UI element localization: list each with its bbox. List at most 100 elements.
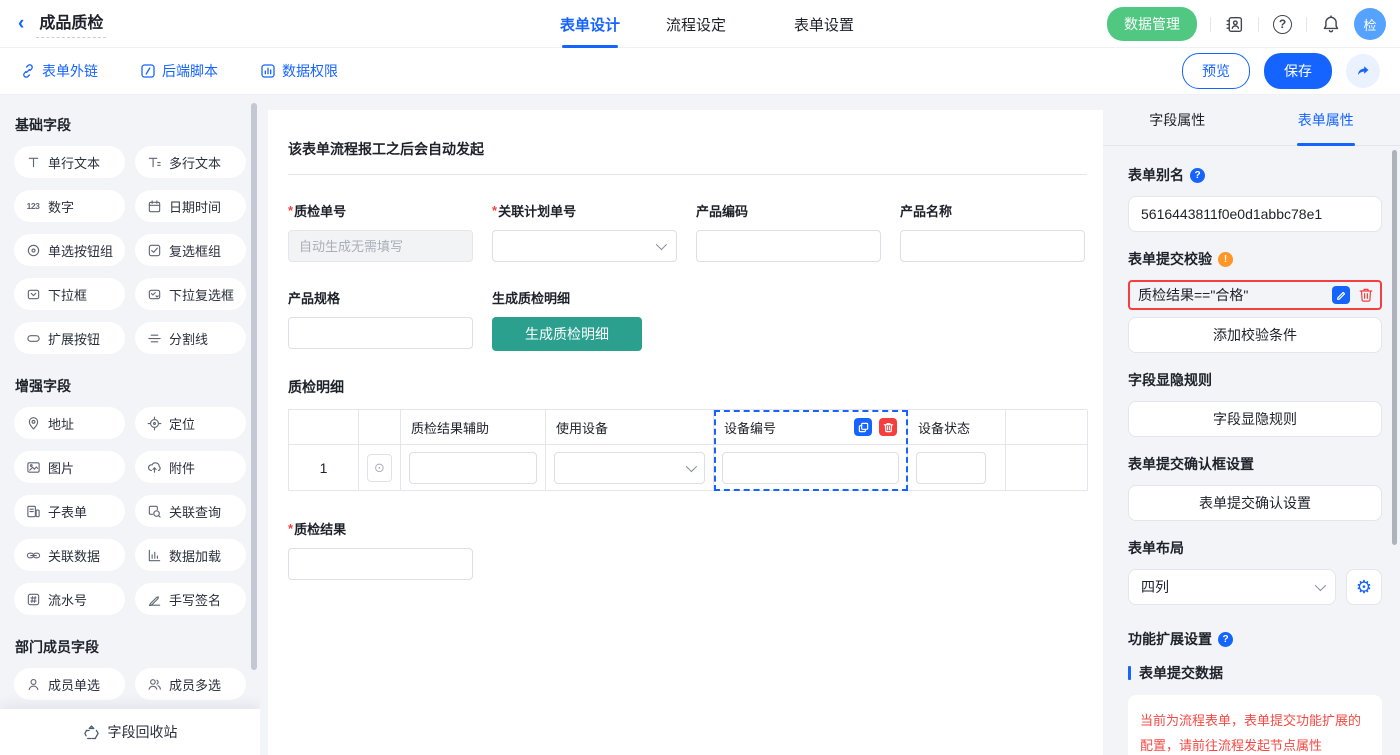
notification-bell-icon[interactable]	[1320, 14, 1341, 35]
contacts-icon[interactable]	[1224, 14, 1245, 35]
field-product-spec[interactable]: 产品规格	[288, 288, 473, 351]
field-product-name[interactable]: 产品名称	[900, 201, 1085, 262]
empty-cell	[1006, 445, 1088, 491]
field-pill-multi-line-text[interactable]: 多行文本	[135, 146, 246, 178]
tab-field-properties[interactable]: 字段属性	[1103, 95, 1252, 145]
data-permission-link[interactable]: 数据权限	[260, 61, 338, 81]
validation-rule-text: 质检结果=="合格"	[1138, 285, 1248, 305]
submit-confirm-button[interactable]: 表单提交确认设置	[1128, 485, 1382, 521]
field-pill-extend-button[interactable]: 扩展按钮	[14, 322, 125, 354]
tab-form-properties[interactable]: 表单属性	[1252, 95, 1400, 145]
plan-no-select[interactable]	[492, 230, 677, 262]
product-name-input[interactable]	[900, 230, 1085, 262]
field-product-code[interactable]: 产品编码	[696, 201, 881, 262]
field-pill-subform[interactable]: 子表单	[14, 495, 125, 527]
field-pill-dropdown[interactable]: 下拉框	[14, 278, 125, 310]
layout-gear-button[interactable]: ⚙	[1346, 569, 1382, 605]
tab-form-setting[interactable]: 表单设置	[794, 0, 854, 48]
delete-rule-icon[interactable]	[1358, 287, 1374, 303]
multi-line-text-icon	[146, 155, 162, 170]
field-pill-image[interactable]: 图片	[14, 451, 125, 483]
col-header-device-no[interactable]: 设备编号	[714, 410, 908, 445]
product-code-input[interactable]	[696, 230, 881, 262]
form-external-link[interactable]: 表单外链	[20, 61, 98, 81]
radio-cell-icon[interactable]: ⊙	[367, 454, 392, 482]
tab-flow-setting[interactable]: 流程设定	[666, 0, 726, 48]
visibility-rules-button[interactable]: 字段显隐规则	[1128, 401, 1382, 437]
edit-rule-icon[interactable]	[1332, 286, 1350, 304]
tool-link-label: 后端脚本	[162, 61, 218, 81]
field-pill-label: 复选框组	[169, 241, 221, 260]
back-icon[interactable]: ‹	[18, 14, 24, 33]
field-pill-signature[interactable]: 手写签名	[135, 583, 246, 615]
validation-rule-row[interactable]: 质检结果=="合格"	[1128, 280, 1382, 310]
top-bar: ‹ 成品质检 表单设计 流程设定 表单设置 数据管理 ? 检	[0, 0, 1400, 48]
required-star: *	[288, 521, 293, 536]
field-pill-linked-query[interactable]: 关联查询	[135, 495, 246, 527]
field-pill-member-single[interactable]: 成员单选	[14, 668, 125, 700]
col-header-device[interactable]: 使用设备	[546, 410, 714, 445]
subform-section: 质检明细 质检结果辅助 使用设备 设备编号 设备状态	[288, 377, 1087, 491]
backend-script-link[interactable]: 后端脚本	[140, 61, 218, 81]
field-pill-data-load[interactable]: 数据加载	[135, 539, 246, 571]
sidebar-scrollbar[interactable]	[251, 103, 257, 670]
field-qc-no[interactable]: *质检单号	[288, 201, 473, 262]
topbar-actions: 数据管理 ? 检	[1107, 0, 1386, 48]
field-pill-geolocation[interactable]: 定位	[135, 407, 246, 439]
help-icon[interactable]: ?	[1272, 14, 1293, 35]
field-generate-detail[interactable]: 生成质检明细 生成质检明细	[492, 288, 677, 351]
field-label: 产品名称	[900, 201, 952, 220]
field-qc-result[interactable]: *质检结果	[288, 519, 473, 580]
generate-detail-button[interactable]: 生成质检明细	[492, 317, 642, 351]
divider-line-icon	[146, 331, 162, 346]
panel-scrollbar[interactable]	[1392, 150, 1397, 545]
field-pill-member-multi[interactable]: 成员多选	[135, 668, 246, 700]
aux-input[interactable]	[409, 452, 537, 484]
field-pill-attachment[interactable]: 附件	[135, 451, 246, 483]
tab-form-design[interactable]: 表单设计	[560, 0, 620, 48]
field-pill-radio-group[interactable]: 单选按钮组	[14, 234, 125, 266]
product-spec-input[interactable]	[288, 317, 473, 349]
field-recycle-bin[interactable]: 字段回收站	[0, 709, 260, 755]
field-plan-no[interactable]: *关联计划单号	[492, 201, 677, 262]
field-pill-address[interactable]: 地址	[14, 407, 125, 439]
field-pill-serial-number[interactable]: 流水号	[14, 583, 125, 615]
field-pill-linked-data[interactable]: 关联数据	[14, 539, 125, 571]
copy-column-icon[interactable]	[854, 418, 872, 436]
qc-result-input[interactable]	[288, 548, 473, 580]
field-pill-label: 成员单选	[48, 675, 100, 694]
top-tabs: 表单设计 流程设定 表单设置	[560, 0, 900, 48]
location-pin-icon	[25, 416, 41, 431]
field-pill-datetime[interactable]: 日期时间	[135, 190, 246, 222]
form-alias-input[interactable]: 5616443811f0e0d1abbc78e1	[1128, 196, 1382, 232]
avatar[interactable]: 检	[1354, 8, 1386, 40]
col-header-aux[interactable]: 质检结果辅助	[401, 410, 546, 445]
field-pill-number[interactable]: 123数字	[14, 190, 125, 222]
alias-title: 表单别名 ?	[1128, 165, 1382, 185]
device-no-input[interactable]	[722, 452, 899, 484]
preview-button[interactable]: 预览	[1182, 53, 1250, 89]
device-status-input[interactable]	[916, 452, 986, 484]
field-pill-label: 图片	[48, 458, 74, 477]
share-button[interactable]	[1346, 54, 1380, 88]
col-header-empty	[1006, 410, 1088, 445]
field-pill-divider-line[interactable]: 分割线	[135, 322, 246, 354]
help-badge-icon[interactable]: ?	[1190, 168, 1205, 183]
device-select[interactable]	[554, 452, 705, 484]
dropdown-icon	[25, 287, 41, 302]
field-pill-single-line-text[interactable]: 单行文本	[14, 146, 125, 178]
warning-badge-icon[interactable]: !	[1218, 252, 1233, 267]
layout-select[interactable]: 四列	[1128, 569, 1336, 605]
page-title[interactable]: 成品质检	[36, 9, 106, 38]
delete-column-icon[interactable]	[879, 418, 897, 436]
section-title: 增强字段	[15, 376, 246, 396]
add-validation-button[interactable]: 添加校验条件	[1128, 317, 1382, 353]
field-pill-dropdown-multi[interactable]: 下拉复选框	[135, 278, 246, 310]
layout-title: 表单布局	[1128, 538, 1382, 558]
field-pill-label: 成员多选	[169, 675, 221, 694]
col-header-device-status[interactable]: 设备状态	[908, 410, 1006, 445]
save-button[interactable]: 保存	[1264, 53, 1332, 89]
data-manage-button[interactable]: 数据管理	[1107, 7, 1197, 41]
field-pill-checkbox-group[interactable]: 复选框组	[135, 234, 246, 266]
help-badge-icon[interactable]: ?	[1218, 632, 1233, 647]
